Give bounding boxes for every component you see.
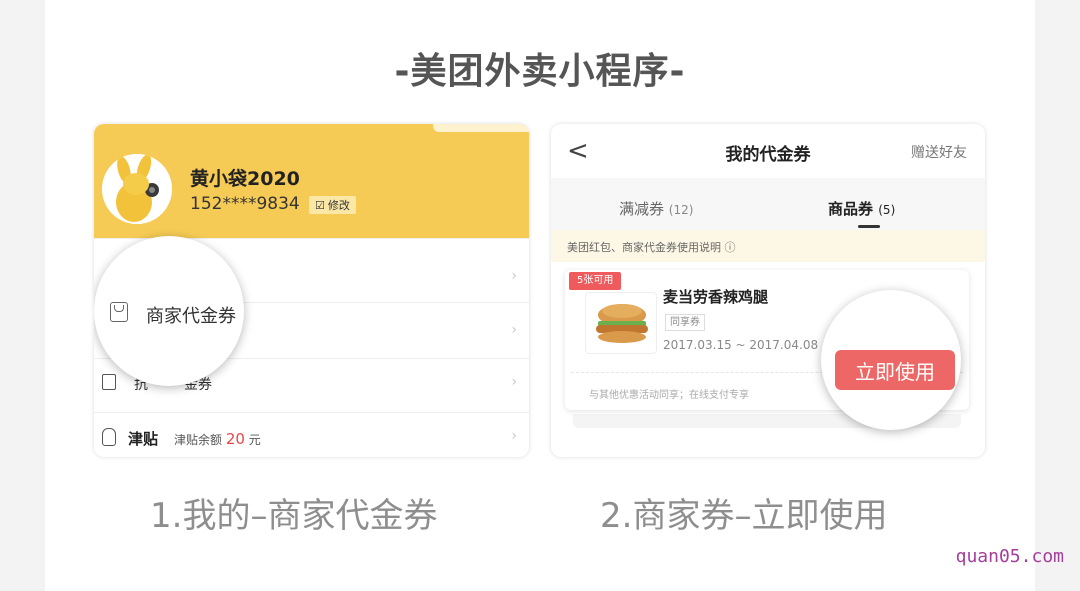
coupon-tag: 同享券	[665, 314, 705, 331]
coupon-name: 麦当劳香辣鸡腿	[663, 288, 769, 306]
username: 黄小袋2020	[190, 168, 300, 190]
jintie-balance: 津贴余额 20 元	[174, 430, 261, 448]
jintie-amount: 20	[225, 430, 245, 448]
watermark: quan05.com	[955, 546, 1064, 567]
avatar[interactable]	[102, 154, 172, 224]
use-now-button[interactable]: 立即使用	[835, 350, 955, 390]
profile-screenshot: 黄小袋2020 152****9834 ☑ 修改 › › 抗金券 › 津贴 津贴…	[94, 124, 529, 457]
tab-manjian[interactable]: 满减券 (12)	[619, 198, 693, 219]
tab-shangpin[interactable]: 商品券 (5)	[828, 198, 895, 219]
step-1-caption: 1.我的–商家代金券	[150, 496, 438, 536]
phone-number: 152****9834	[190, 194, 300, 214]
tabs-bar	[551, 178, 985, 230]
edit-profile-button[interactable]: ☑ 修改	[309, 196, 356, 214]
chevron-right-icon: ›	[511, 268, 517, 284]
voucher-icon	[102, 374, 116, 390]
voucher-icon	[110, 302, 128, 322]
step-2-caption: 2.商家券–立即使用	[600, 496, 888, 536]
coupon-rule-text: 与其他优惠活动同享；在线支付专享	[589, 390, 749, 401]
burger-icon	[596, 304, 648, 343]
merchant-voucher-menu-item[interactable]: 商家代金券	[146, 302, 236, 328]
chevron-right-icon: ›	[511, 322, 517, 338]
usage-notice-link[interactable]: 美团红包、商家代金券使用说明 ⓘ	[567, 239, 736, 255]
profile-top-tab	[433, 124, 529, 132]
chevron-right-icon: ›	[511, 374, 517, 390]
chevron-right-icon: ›	[511, 428, 517, 444]
kangaroo-avatar-icon	[102, 154, 172, 224]
share-to-friend-button[interactable]: 赠送好友	[911, 142, 967, 162]
money-bag-icon	[102, 428, 116, 446]
profile-header: 黄小袋2020 152****9834 ☑ 修改	[94, 124, 529, 238]
menu-divider	[94, 412, 529, 413]
available-count-badge: 5张可用	[569, 272, 622, 290]
jintie-label[interactable]: 津贴	[128, 428, 158, 449]
voucher-screenshot: < 我的代金券 赠送好友 满减券 (12) 商品券 (5) 美团红包、商家代金券…	[551, 124, 985, 457]
food-image	[585, 292, 657, 354]
edit-label: 修改	[327, 199, 350, 212]
active-tab-indicator	[858, 225, 880, 228]
coupon-validity-date: 2017.03.15 ~ 2017.04.08	[663, 338, 819, 352]
edit-icon: ☑	[315, 198, 325, 212]
page-title: -美团外卖小程序-	[394, 51, 686, 92]
